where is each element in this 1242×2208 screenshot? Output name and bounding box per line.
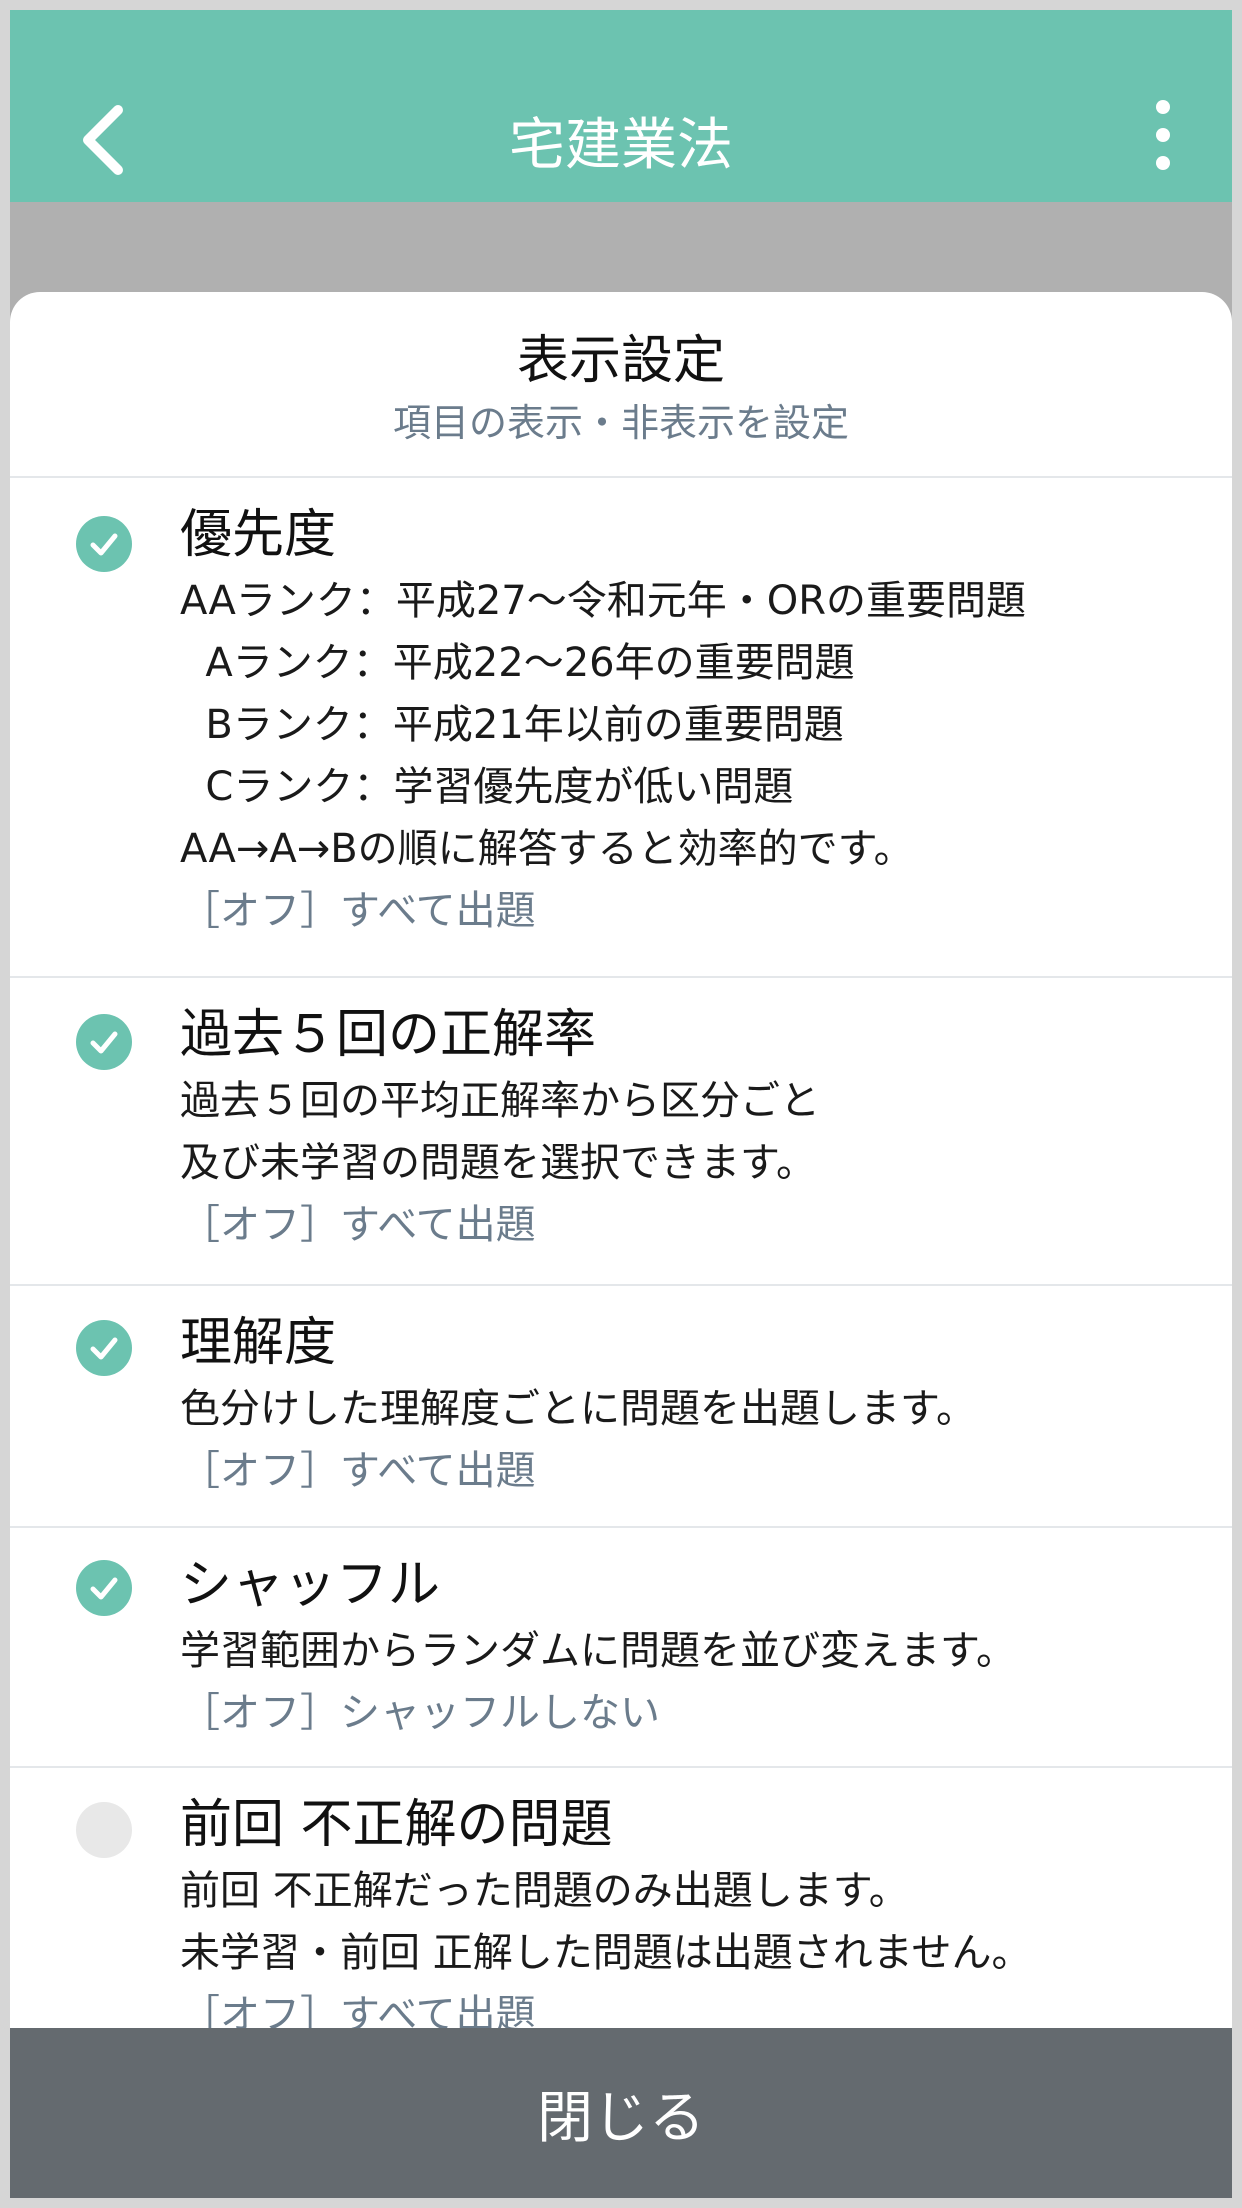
sheet-subtitle: 項目の表示・非表示を設定 xyxy=(392,401,849,445)
close-button[interactable]: 閉じる xyxy=(10,2028,1232,2198)
check-icon[interactable] xyxy=(76,1560,132,1616)
setting-title: シャッフル xyxy=(180,1555,441,1615)
setting-description: 及び未学習の問題を選択できます。 xyxy=(180,1140,816,1186)
sheet-title: 表示設定 xyxy=(516,331,725,391)
setting-description: 色分けした理解度ごとに問題を出題します。 xyxy=(180,1386,976,1432)
setting-off-note: ［オフ］すべて出題 xyxy=(180,1202,536,1248)
setting-description: Cランク：学習優先度が低い問題 xyxy=(180,764,794,810)
setting-off-note: ［オフ］すべて出題 xyxy=(180,888,536,934)
check-icon[interactable] xyxy=(76,1014,132,1070)
setting-description: 学習範囲からランダムに問題を並び変えます。 xyxy=(180,1628,1016,1674)
setting-item-priority[interactable]: 優先度 AAランク：平成27〜令和元年・ORの重要問題 Aランク：平成22〜26… xyxy=(10,478,1232,978)
app-bar: 宅建業法 xyxy=(10,10,1232,202)
setting-description: 未学習・前回 正解した問題は出題されません。 xyxy=(180,1930,1032,1976)
screen: 宅建業法 表示設定 項目の表示・非表示を設定 優先度 AAランク：平成27〜令和… xyxy=(10,10,1232,2198)
more-vertical-icon[interactable] xyxy=(1148,100,1178,170)
check-icon[interactable] xyxy=(76,1320,132,1376)
setting-description: Bランク：平成21年以前の重要問題 xyxy=(180,702,844,748)
setting-description: AAランク：平成27〜令和元年・ORの重要問題 xyxy=(180,578,1027,624)
page-title: 宅建業法 xyxy=(509,113,733,178)
check-icon[interactable] xyxy=(76,516,132,572)
setting-off-note: ［オフ］すべて出題 xyxy=(180,1448,536,1494)
setting-title: 理解度 xyxy=(180,1313,337,1373)
setting-description: Aランク：平成22〜26年の重要問題 xyxy=(180,640,855,686)
setting-description: 過去５回の平均正解率から区分ごと xyxy=(180,1078,820,1124)
setting-title: 優先度 xyxy=(180,505,337,565)
setting-title: 過去５回の正解率 xyxy=(180,1005,597,1065)
sheet-header: 表示設定 項目の表示・非表示を設定 xyxy=(10,292,1232,478)
setting-item-understanding[interactable]: 理解度 色分けした理解度ごとに問題を出題します。 ［オフ］すべて出題 xyxy=(10,1286,1232,1528)
setting-item-past-accuracy[interactable]: 過去５回の正解率 過去５回の平均正解率から区分ごと 及び未学習の問題を選択できま… xyxy=(10,978,1232,1286)
setting-description: AA→A→Bの順に解答すると効率的です。 xyxy=(180,826,914,872)
setting-description: 前回 不正解だった問題のみ出題します。 xyxy=(180,1868,909,1914)
setting-item-shuffle[interactable]: シャッフル 学習範囲からランダムに問題を並び変えます。 ［オフ］シャッフルしない xyxy=(10,1528,1232,1768)
close-button-label: 閉じる xyxy=(537,2085,705,2151)
check-icon[interactable] xyxy=(76,1802,132,1858)
setting-title: 前回 不正解の問題 xyxy=(180,1795,613,1855)
setting-off-note: ［オフ］シャッフルしない xyxy=(180,1690,660,1736)
display-settings-sheet: 表示設定 項目の表示・非表示を設定 優先度 AAランク：平成27〜令和元年・OR… xyxy=(10,292,1232,2198)
